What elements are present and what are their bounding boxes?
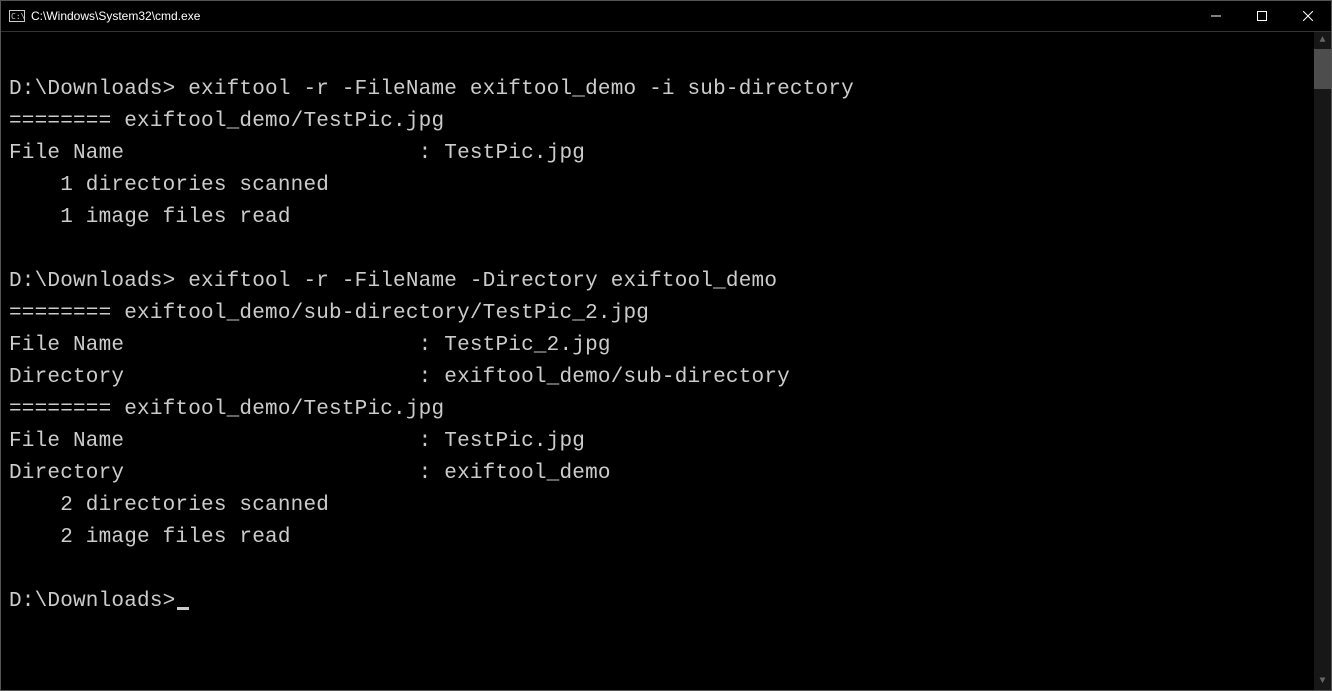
client-area: D:\Downloads> exiftool -r -FileName exif… bbox=[1, 32, 1331, 690]
scroll-down-arrow[interactable]: ▼ bbox=[1314, 673, 1331, 690]
cursor bbox=[177, 607, 189, 610]
titlebar[interactable]: C:\ C:\Windows\System32\cmd.exe bbox=[1, 1, 1331, 32]
maximize-button[interactable] bbox=[1239, 1, 1285, 31]
terminal-output[interactable]: D:\Downloads> exiftool -r -FileName exif… bbox=[1, 32, 1314, 690]
close-button[interactable] bbox=[1285, 1, 1331, 31]
scroll-up-arrow[interactable]: ▲ bbox=[1314, 32, 1331, 49]
svg-text:C:\: C:\ bbox=[11, 12, 25, 21]
vertical-scrollbar[interactable]: ▲ ▼ bbox=[1314, 32, 1331, 690]
minimize-button[interactable] bbox=[1193, 1, 1239, 31]
cmd-icon: C:\ bbox=[9, 8, 25, 24]
scroll-thumb[interactable] bbox=[1314, 49, 1331, 89]
window-title: C:\Windows\System32\cmd.exe bbox=[31, 9, 200, 23]
cmd-window: C:\ C:\Windows\System32\cmd.exe D:\Downl… bbox=[0, 0, 1332, 691]
